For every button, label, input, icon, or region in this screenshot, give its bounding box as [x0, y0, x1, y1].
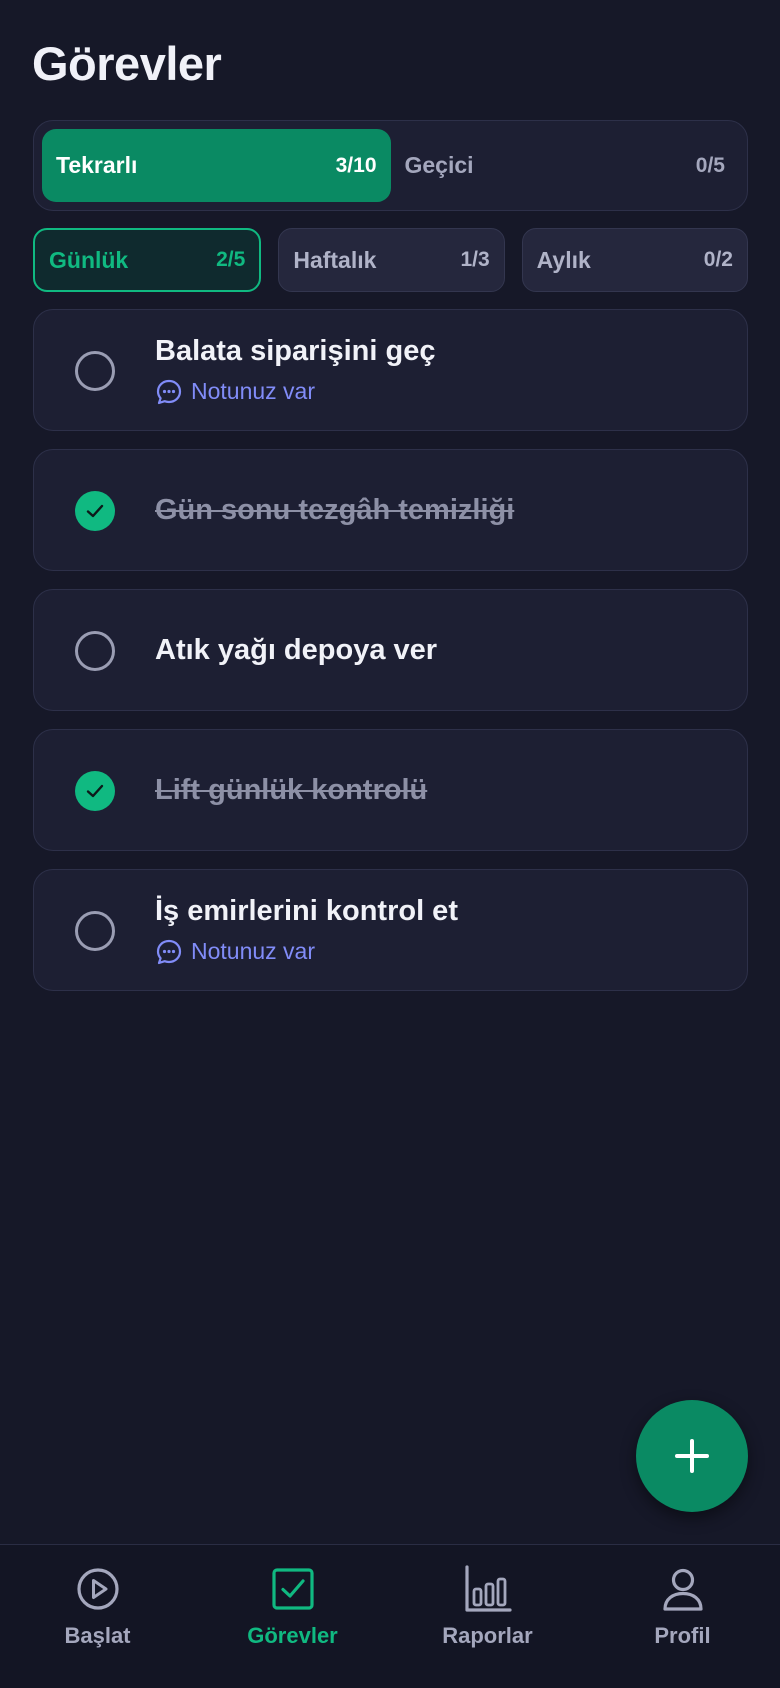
bar-chart-icon: [464, 1565, 512, 1612]
task-item[interactable]: Lift günlük kontrolü: [33, 729, 748, 851]
chat-bubble-icon: [156, 939, 182, 964]
tasks-screen: Görevler Tekrarlı 3/10 Geçici 0/5 Günlük…: [0, 0, 780, 1688]
subtab-label: Haftalık: [293, 246, 377, 273]
task-title: İş emirlerini kontrol et: [155, 894, 458, 927]
task-checkbox-checked[interactable]: [75, 771, 115, 811]
task-title: Gün sonu tezgâh temizliği: [155, 493, 515, 526]
nav-start[interactable]: Başlat: [0, 1545, 195, 1688]
task-item[interactable]: İş emirlerini kontrol et Notunuz var: [33, 869, 748, 991]
subtab-daily[interactable]: Günlük 2/5: [33, 228, 262, 292]
tab-label: Tekrarlı: [56, 152, 138, 178]
task-note-label: Notunuz var: [191, 938, 316, 964]
task-list: Balata siparişini geç Notunuz var Gün so…: [33, 309, 748, 1009]
task-title: Balata siparişini geç: [155, 334, 436, 367]
task-checkbox-checked[interactable]: [75, 491, 115, 531]
task-item[interactable]: Gün sonu tezgâh temizliği: [33, 449, 748, 571]
play-icon: [76, 1568, 119, 1610]
add-task-button[interactable]: [636, 1400, 748, 1512]
nav-label: Başlat: [64, 1623, 131, 1648]
tab-recurring[interactable]: Tekrarlı 3/10: [42, 129, 391, 202]
task-note-label: Notunuz var: [191, 378, 316, 404]
subtab-count: 1/3: [460, 248, 490, 271]
subtab-count: 2/5: [216, 248, 246, 271]
nav-reports[interactable]: Raporlar: [390, 1545, 585, 1688]
nav-profile[interactable]: Profil: [585, 1545, 780, 1688]
period-filter: Günlük 2/5 Haftalık 1/3 Aylık 0/2: [33, 228, 748, 292]
chat-bubble-icon: [156, 379, 182, 404]
tab-temporary[interactable]: Geçici 0/5: [391, 129, 740, 202]
task-note[interactable]: Notunuz var: [155, 378, 435, 406]
nav-label: Profil: [654, 1623, 711, 1648]
subtab-count: 0/2: [703, 248, 733, 271]
checkmark-icon: [86, 504, 104, 518]
task-title: Atık yağı depoya ver: [155, 633, 438, 666]
tab-count: 3/10: [335, 153, 377, 177]
nav-tasks[interactable]: Görevler: [195, 1545, 390, 1688]
task-note[interactable]: Notunuz var: [155, 938, 458, 966]
bottom-navigation: Başlat Görevler Raporlar Profil: [0, 1544, 780, 1688]
nav-label: Görevler: [247, 1623, 338, 1648]
task-checkbox[interactable]: [75, 911, 115, 951]
subtab-label: Aylık: [536, 246, 591, 273]
task-item[interactable]: Atık yağı depoya ver: [33, 589, 748, 711]
user-icon: [662, 1568, 703, 1611]
subtab-weekly[interactable]: Haftalık 1/3: [278, 228, 505, 292]
checkmark-icon: [86, 784, 104, 798]
task-item[interactable]: Balata siparişini geç Notunuz var: [33, 309, 748, 431]
task-checkbox[interactable]: [75, 351, 115, 391]
checkbox-icon: [271, 1568, 314, 1610]
subtab-label: Günlük: [49, 246, 129, 273]
plus-icon: [675, 1439, 709, 1473]
tab-label: Geçici: [404, 152, 474, 178]
page-title: Görevler: [32, 37, 222, 90]
subtab-monthly[interactable]: Aylık 0/2: [521, 228, 748, 292]
task-checkbox[interactable]: [75, 631, 115, 671]
tab-count: 0/5: [695, 153, 725, 177]
task-title: Lift günlük kontrolü: [155, 773, 428, 806]
nav-label: Raporlar: [442, 1623, 533, 1648]
main-tab-switcher: Tekrarlı 3/10 Geçici 0/5: [33, 120, 748, 211]
